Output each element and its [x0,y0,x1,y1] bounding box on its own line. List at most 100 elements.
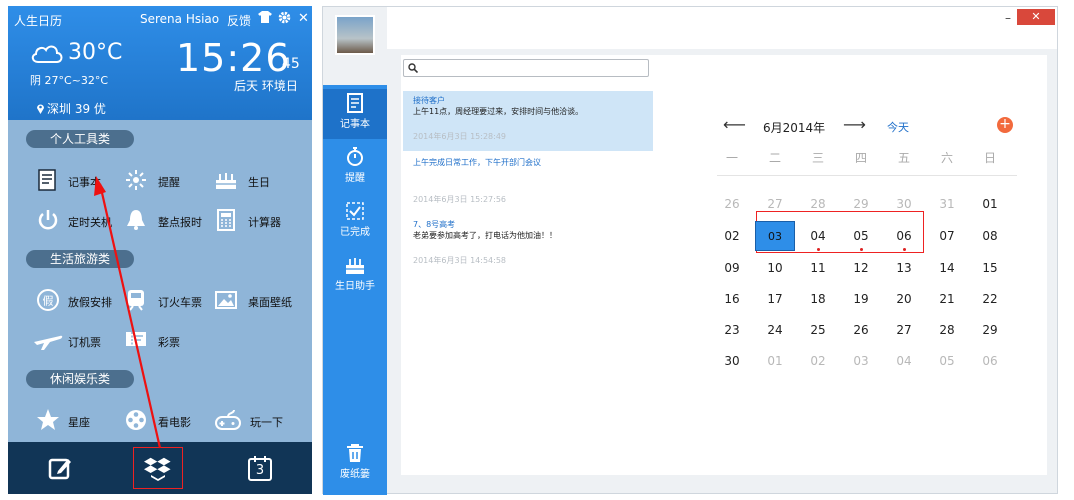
add-event-button[interactable]: + [997,117,1013,133]
calendar-day[interactable]: 29 [846,193,876,215]
user-name[interactable]: Serena Hsiao [140,12,219,26]
tool-train-ticket[interactable]: 订火车票 [124,288,214,314]
calendar-day[interactable]: 30 [717,350,747,372]
calendar-day[interactable]: 12 [846,257,876,279]
day-number: 05 [853,229,869,243]
calendar-day[interactable]: 02 [717,225,747,247]
sidebar-item-trash[interactable]: 废纸篓 [323,439,387,489]
avatar[interactable] [335,15,375,55]
notebook-window: – ✕ 记事本 提醒 已完成 生日助手 废纸篓 接待客户 上午11点，周经理要过… [322,6,1058,495]
search-input[interactable] [403,59,649,77]
calendar-day[interactable]: 05 [846,225,876,251]
memo-item[interactable]: 上午完成日常工作，下午开部门会议 2014年6月3日 15:27:56 [403,153,653,205]
day-number: 26 [853,323,869,337]
prev-month-button[interactable]: ⟵ [723,115,746,134]
sidebar-item-completed[interactable]: 已完成 [323,197,387,247]
sidebar-label: 生日助手 [335,281,375,292]
tool-birthday[interactable]: 生日 [214,168,284,194]
day-number: 22 [982,292,998,306]
gear-icon[interactable] [278,11,291,28]
calendar-day[interactable]: 01 [760,350,790,372]
calendar-day[interactable]: 05 [932,350,962,372]
close-button[interactable]: ✕ [1017,9,1055,25]
tool-reminder[interactable]: 提醒 [124,168,194,194]
calendar-day[interactable]: 28 [932,319,962,341]
calendar-day[interactable]: 22 [975,288,1005,310]
calendar-day[interactable]: 18 [803,288,833,310]
tool-hourly-chime[interactable]: 整点报时 [124,208,210,234]
calendar-day[interactable]: 27 [889,319,919,341]
memo-item[interactable]: 7、8号高考 老弟要参加高考了，打电话为他加油！！ 2014年6月3日 14:5… [403,215,653,271]
calendar-day[interactable]: 11 [803,257,833,279]
tool-calculator[interactable]: 计算器 [214,208,294,234]
today-button[interactable]: 今天 [887,119,909,135]
calendar-day[interactable]: 26 [717,193,747,215]
tool-wallpaper[interactable]: 桌面壁纸 [214,288,304,314]
calendar-day[interactable]: 15 [975,257,1005,279]
shirt-icon[interactable] [258,11,272,27]
tool-shutdown[interactable]: 定时关机 [36,208,116,234]
sidebar-item-birthday[interactable]: 生日助手 [323,251,387,301]
calendar-day[interactable]: 07 [932,225,962,247]
calendar-day[interactable]: 26 [846,319,876,341]
calendar-day[interactable]: 06 [889,225,919,251]
calendar-day[interactable]: 29 [975,319,1005,341]
calendar-day[interactable]: 02 [803,350,833,372]
sidebar-item-reminder[interactable]: 提醒 [323,143,387,193]
app-title: 人生日历 [14,14,63,28]
feedback-link[interactable]: 反馈 [227,12,251,29]
minimize-button[interactable]: – [1005,11,1011,25]
calendar-day[interactable]: 25 [803,319,833,341]
dropbox-icon[interactable] [144,454,172,482]
calendar-day[interactable]: 10 [760,257,790,279]
calendar-day[interactable]: 24 [760,319,790,341]
tool-label: 星座 [68,416,90,429]
weekday-header: 三 [811,151,824,165]
calendar-day[interactable]: 27 [760,193,790,215]
tool-lottery[interactable]: 彩票 [124,328,194,354]
calendar-day-number: 3 [255,463,265,478]
weekday-header: 日 [983,151,996,165]
day-number: 13 [896,261,912,275]
sidebar-item-notebook[interactable]: 记事本 [323,89,387,139]
calendar-day[interactable]: 06 [975,350,1005,372]
calendar-day[interactable]: 08 [975,225,1005,247]
calendar-day[interactable]: 13 [889,257,919,279]
tool-notebook[interactable]: 记事本 [36,168,116,194]
calendar-button[interactable]: 3 [246,454,274,482]
day-number: 27 [767,197,783,211]
day-number: 28 [810,197,826,211]
calendar-day[interactable]: 03 [846,350,876,372]
calendar-day[interactable]: 09 [717,257,747,279]
event-dot [817,248,820,251]
tool-games[interactable]: 玩一下 [214,408,294,434]
day-number: 17 [767,292,783,306]
calendar-day[interactable]: 01 [975,193,1005,215]
day-number: 10 [767,261,783,275]
day-number: 29 [982,323,998,337]
calendar-day[interactable]: 31 [932,193,962,215]
calendar-day[interactable]: 20 [889,288,919,310]
calendar-day[interactable]: 04 [889,350,919,372]
edit-icon[interactable] [46,454,74,482]
next-month-button[interactable]: ⟶ [843,115,866,134]
tool-movies[interactable]: 看电影 [124,408,204,434]
calendar-day[interactable]: 14 [932,257,962,279]
calendar-day[interactable]: 04 [803,225,833,251]
calendar-day[interactable]: 23 [717,319,747,341]
calendar-day[interactable]: 30 [889,193,919,215]
tool-horoscope[interactable]: 星座 [36,408,116,434]
calendar-day[interactable]: 21 [932,288,962,310]
memo-item[interactable]: 接待客户 上午11点，周经理要过来，安排时间与他洽谈。 2014年6月3日 15… [403,91,653,151]
calendar-day[interactable]: 16 [717,288,747,310]
calendar-day[interactable]: 17 [760,288,790,310]
tool-flight-ticket[interactable]: 订机票 [32,328,118,354]
widget-bottom-bar: 3 [8,442,312,494]
calendar-day[interactable]: 28 [803,193,833,215]
calendar-day[interactable]: 19 [846,288,876,310]
tool-holiday[interactable]: 假 放假安排 [36,288,122,314]
calendar-day-selected[interactable]: 03 [755,221,795,251]
location[interactable]: 深圳 39 优 [36,100,106,117]
close-icon[interactable]: ✕ [298,11,309,26]
day-number: 23 [724,323,740,337]
